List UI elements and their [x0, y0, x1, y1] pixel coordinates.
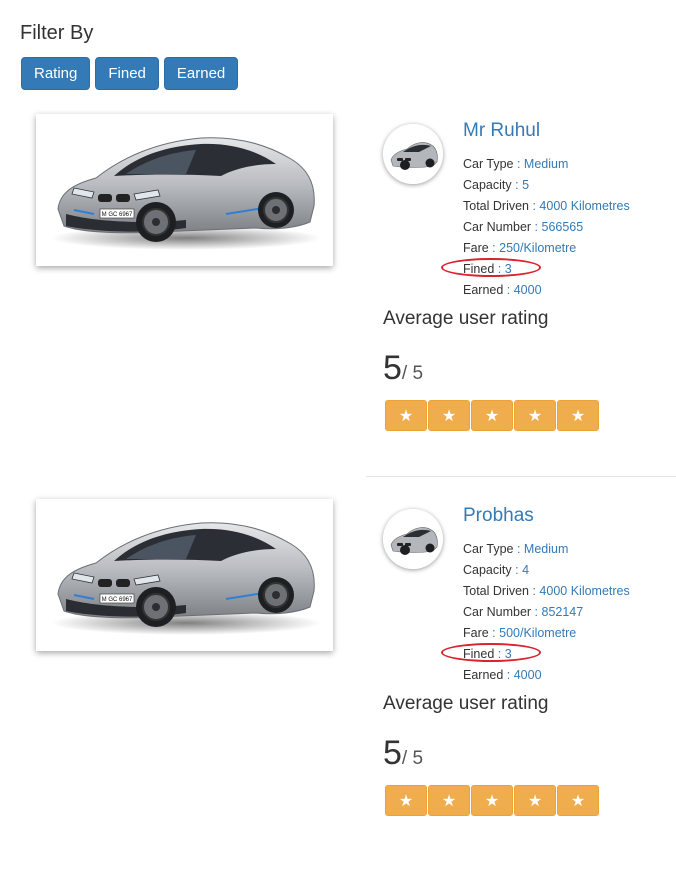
star-icon[interactable]: ★	[514, 785, 556, 816]
detail-value: 4000 Kilometres	[539, 199, 630, 213]
detail-label: Fare	[463, 241, 489, 255]
avatar	[383, 124, 443, 184]
star-icon[interactable]: ★	[428, 400, 470, 431]
driver-details: Car Type : Medium Capacity : 5 Total Drive…	[463, 154, 630, 301]
detail-separator: :	[503, 283, 514, 297]
driver-card: M GC 6967 Probhas Car Type : Medium Capaci…	[0, 499, 676, 884]
detail-label: Total Driven	[463, 199, 529, 213]
detail-separator: :	[511, 563, 523, 577]
fined-highlight-circle	[441, 643, 541, 662]
detail-value: 4000	[513, 283, 542, 297]
detail-row: Total Driven : 4000 Kilometres	[463, 581, 630, 602]
driver-details: Car Type : Medium Capacity : 4 Total Drive…	[463, 539, 630, 686]
filter-rating-button[interactable]: Rating	[21, 57, 91, 90]
detail-row: Car Type : Medium	[463, 154, 630, 175]
detail-label: Earned	[463, 283, 504, 297]
rating-max: / 5	[401, 363, 424, 384]
card-divider	[366, 476, 676, 477]
detail-separator: :	[503, 668, 514, 682]
detail-row: Car Number : 566565	[463, 217, 630, 238]
rating-title: Average user rating	[383, 308, 549, 329]
driver-card: M GC 6967 Mr Ruhul Car Type : Medium Capac…	[0, 114, 676, 499]
fined-highlight-circle	[441, 258, 541, 277]
detail-label: Car Type	[463, 157, 514, 171]
car-image: M GC 6967	[36, 114, 333, 266]
driver-name-link[interactable]: Mr Ruhul	[463, 120, 540, 142]
detail-row: Capacity : 4	[463, 560, 630, 581]
detail-row: Car Number : 852147	[463, 602, 630, 623]
filter-fined-button[interactable]: Fined	[95, 57, 159, 90]
detail-value: 4000 Kilometres	[539, 584, 630, 598]
star-rating: ★ ★ ★ ★ ★	[385, 400, 599, 431]
detail-value: 500/Kilometre	[499, 626, 577, 640]
filter-buttons: Rating Fined Earned	[21, 57, 239, 90]
rating-score: 5	[383, 349, 402, 387]
detail-value: 5	[522, 178, 530, 192]
detail-row: Earned : 4000	[463, 665, 630, 686]
detail-value: Medium	[523, 542, 569, 556]
license-plate: M GC 6967	[102, 212, 133, 218]
star-icon[interactable]: ★	[385, 400, 427, 431]
detail-label: Earned	[463, 668, 504, 682]
rating-score: 5	[383, 734, 402, 772]
detail-value: Medium	[523, 157, 569, 171]
detail-row: Earned : 4000	[463, 280, 630, 301]
star-icon[interactable]: ★	[428, 785, 470, 816]
detail-row: Car Type : Medium	[463, 539, 630, 560]
detail-value: 566565	[541, 220, 584, 234]
detail-value: 4000	[513, 668, 542, 682]
detail-row: Fare : 500/Kilometre	[463, 623, 630, 644]
filter-earned-button[interactable]: Earned	[163, 57, 239, 90]
star-icon[interactable]: ★	[471, 400, 513, 431]
detail-separator: :	[488, 241, 500, 255]
license-plate: M GC 6967	[102, 597, 133, 603]
star-rating: ★ ★ ★ ★ ★	[385, 785, 599, 816]
star-icon[interactable]: ★	[557, 785, 599, 816]
detail-label: Capacity	[463, 178, 512, 192]
driver-name-link[interactable]: Probhas	[463, 505, 534, 527]
detail-label: Total Driven	[463, 584, 529, 598]
detail-label: Car Number	[463, 220, 532, 234]
avatar	[383, 509, 443, 569]
rating-value: 5/ 5	[383, 349, 423, 388]
star-icon[interactable]: ★	[385, 785, 427, 816]
detail-row: Total Driven : 4000 Kilometres	[463, 196, 630, 217]
detail-separator: :	[488, 626, 500, 640]
car-image: M GC 6967	[36, 499, 333, 651]
detail-value: 4	[522, 563, 530, 577]
detail-separator: :	[513, 542, 524, 556]
star-icon[interactable]: ★	[514, 400, 556, 431]
detail-label: Car Type	[463, 542, 514, 556]
detail-value: 250/Kilometre	[499, 241, 577, 255]
detail-separator: :	[529, 199, 540, 213]
detail-row: Capacity : 5	[463, 175, 630, 196]
rating-value: 5/ 5	[383, 734, 423, 773]
detail-separator: :	[531, 605, 542, 619]
detail-separator: :	[529, 584, 540, 598]
star-icon[interactable]: ★	[471, 785, 513, 816]
detail-label: Fare	[463, 626, 489, 640]
star-icon[interactable]: ★	[557, 400, 599, 431]
detail-separator: :	[531, 220, 542, 234]
rating-max: / 5	[401, 748, 424, 769]
detail-separator: :	[513, 157, 524, 171]
detail-value: 852147	[541, 605, 584, 619]
detail-row: Fare : 250/Kilometre	[463, 238, 630, 259]
filter-title: Filter By	[20, 22, 94, 44]
detail-separator: :	[511, 178, 523, 192]
detail-label: Car Number	[463, 605, 532, 619]
rating-title: Average user rating	[383, 693, 549, 714]
detail-label: Capacity	[463, 563, 512, 577]
